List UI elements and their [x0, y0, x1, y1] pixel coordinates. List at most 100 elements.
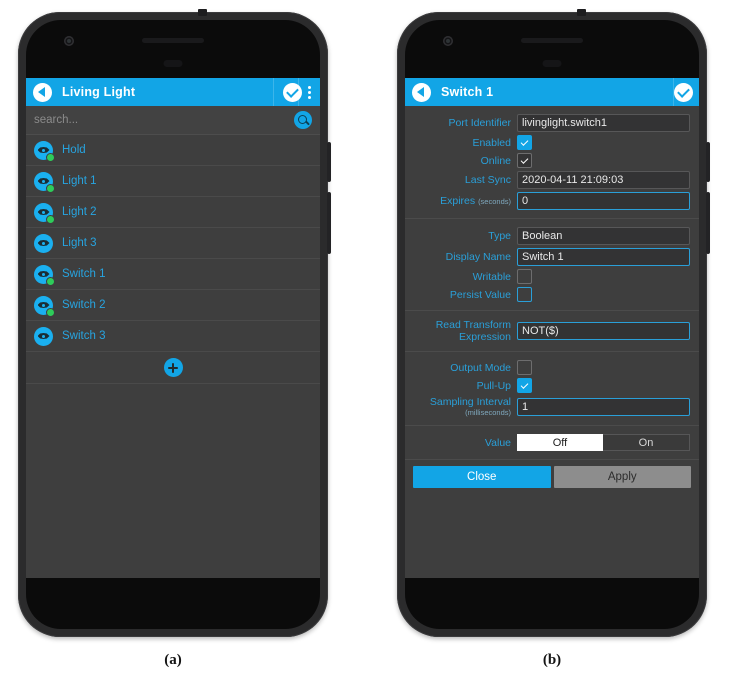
- list-item[interactable]: Light 1: [26, 166, 320, 197]
- phone-b-volume-button[interactable]: [706, 192, 710, 254]
- value-option-off[interactable]: Off: [517, 434, 603, 451]
- phone-b-screen: Switch 1 Port Identifier livinglight.swit…: [405, 78, 699, 578]
- port-list: Hold Light 1 Light 2 Light 3 Switch 1 Switch …: [26, 135, 320, 352]
- list-item-label: Light 2: [62, 206, 97, 218]
- checkbox-pull-up[interactable]: [517, 378, 532, 393]
- port-icon: [34, 202, 54, 223]
- list-item[interactable]: Hold: [26, 135, 320, 166]
- input-expires[interactable]: 0: [517, 192, 690, 210]
- label-read-transform: Read Transform Expression: [435, 319, 511, 343]
- list-item[interactable]: Switch 1: [26, 259, 320, 290]
- form-row-display-name: Display Name Switch 1: [405, 248, 699, 266]
- back-icon: [32, 82, 52, 102]
- list-item-label: Light 1: [62, 175, 97, 187]
- online-status-dot: [47, 184, 54, 192]
- appbar-a: Living Light: [26, 78, 320, 106]
- checkbox-output-mode[interactable]: [517, 360, 532, 375]
- plus-icon: [163, 358, 183, 377]
- checkbox-online[interactable]: [517, 153, 532, 168]
- subfigure-caption-b: (b): [542, 652, 562, 668]
- back-button-b[interactable]: [411, 82, 431, 102]
- list-item-label: Hold: [62, 144, 86, 156]
- phone-b-power-button[interactable]: [706, 142, 710, 182]
- label-port-identifier: Port Identifier: [448, 117, 511, 129]
- list-item[interactable]: Light 2: [26, 197, 320, 228]
- input-sampling-interval[interactable]: 1: [517, 397, 690, 416]
- list-item-label: Switch 2: [62, 299, 106, 311]
- label-enabled: Enabled: [472, 136, 511, 149]
- form-section: Read Transform Expression NOT($): [405, 310, 699, 351]
- form-row-read-transform: Read Transform Expression NOT($): [405, 319, 699, 343]
- apply-button[interactable]: Apply: [553, 466, 691, 488]
- online-status-dot: [47, 308, 54, 316]
- checkbox-persist-value[interactable]: [517, 287, 532, 302]
- label-last-sync: Last Sync: [464, 174, 511, 186]
- port-icon: [34, 140, 54, 161]
- confirm-button-b[interactable]: [673, 82, 693, 102]
- phone-a-screen: Living Light search... Hold Light 1 Ligh…: [26, 78, 320, 578]
- proximity-sensor: [542, 60, 562, 67]
- online-status-dot: [47, 277, 54, 285]
- value-section: Value Off On: [405, 425, 699, 459]
- close-button[interactable]: Close: [413, 466, 551, 488]
- phone-a-bezel: Living Light search... Hold Light 1 Ligh…: [26, 20, 320, 629]
- input-port-identifier[interactable]: livinglight.switch1: [517, 114, 690, 132]
- check-icon: [673, 82, 693, 102]
- label-type: Type: [488, 230, 511, 242]
- online-status-dot: [47, 153, 54, 161]
- input-last-sync[interactable]: 2020-04-11 21:09:03: [517, 171, 690, 189]
- overflow-menu-button[interactable]: [308, 85, 311, 99]
- label-pull-up: Pull-Up: [476, 379, 511, 392]
- value-option-on[interactable]: On: [603, 434, 690, 451]
- list-item[interactable]: Light 3: [26, 228, 320, 259]
- value-segmented-control[interactable]: Off On: [517, 434, 690, 451]
- phone-mockup-b: Switch 1 Port Identifier livinglight.swit…: [397, 9, 710, 637]
- port-settings-form: Port Identifier livinglight.switch1 Enable…: [405, 106, 699, 425]
- back-icon: [411, 82, 431, 102]
- input-type[interactable]: Boolean: [517, 227, 690, 245]
- phone-b-bezel: Switch 1 Port Identifier livinglight.swit…: [405, 20, 699, 629]
- search-bar[interactable]: search...: [26, 106, 320, 135]
- kebab-dot-icon: [308, 95, 311, 99]
- search-icon[interactable]: [294, 111, 312, 129]
- checkbox-enabled[interactable]: [517, 135, 532, 150]
- list-item-label: Switch 3: [62, 330, 106, 342]
- back-button-a[interactable]: [32, 82, 52, 102]
- appbar-divider-1: [273, 78, 274, 106]
- kebab-dot-icon: [308, 85, 311, 89]
- earpiece-speaker: [142, 38, 204, 43]
- list-item[interactable]: Switch 3: [26, 321, 320, 352]
- form-row-online: Online: [405, 153, 699, 168]
- phone-a-power-button[interactable]: [327, 142, 331, 182]
- port-icon: [34, 171, 54, 192]
- form-section: Output Mode Pull-Up Sampling Interval (mill…: [405, 351, 699, 425]
- input-read-transform[interactable]: NOT($): [517, 322, 690, 340]
- confirm-button-a[interactable]: [282, 82, 302, 102]
- search-input[interactable]: search...: [34, 114, 294, 126]
- port-icon: [34, 295, 54, 316]
- add-port-button[interactable]: [26, 352, 320, 384]
- port-icon: [34, 233, 53, 253]
- label-online: Online: [480, 154, 511, 167]
- checkbox-writable[interactable]: [517, 269, 532, 284]
- list-item-label: Switch 1: [62, 268, 106, 280]
- phone-a-volume-button[interactable]: [327, 192, 331, 254]
- label-writable: Writable: [472, 270, 511, 283]
- form-section: Type Boolean Display Name Switch 1 Writable P…: [405, 218, 699, 310]
- earpiece-speaker: [521, 38, 583, 43]
- list-item[interactable]: Switch 2: [26, 290, 320, 321]
- kebab-dot-icon: [308, 90, 311, 94]
- form-row-sampling-interval: Sampling Interval (milliseconds) 1: [405, 396, 699, 417]
- form-row-port-identifier: Port Identifier livinglight.switch1: [405, 114, 699, 132]
- form-row-type: Type Boolean: [405, 227, 699, 245]
- input-display-name[interactable]: Switch 1: [517, 248, 690, 266]
- form-section: Port Identifier livinglight.switch1 Enable…: [405, 106, 699, 218]
- label-sampling-interval: Sampling Interval (milliseconds): [429, 396, 511, 417]
- appbar-b: Switch 1: [405, 78, 699, 106]
- subfigure-caption-a: (a): [164, 652, 182, 668]
- proximity-sensor: [163, 60, 183, 67]
- form-row-persist-value: Persist Value: [405, 287, 699, 302]
- form-row-last-sync: Last Sync 2020-04-11 21:09:03: [405, 171, 699, 189]
- port-icon: [34, 264, 54, 285]
- form-row-writable: Writable: [405, 269, 699, 284]
